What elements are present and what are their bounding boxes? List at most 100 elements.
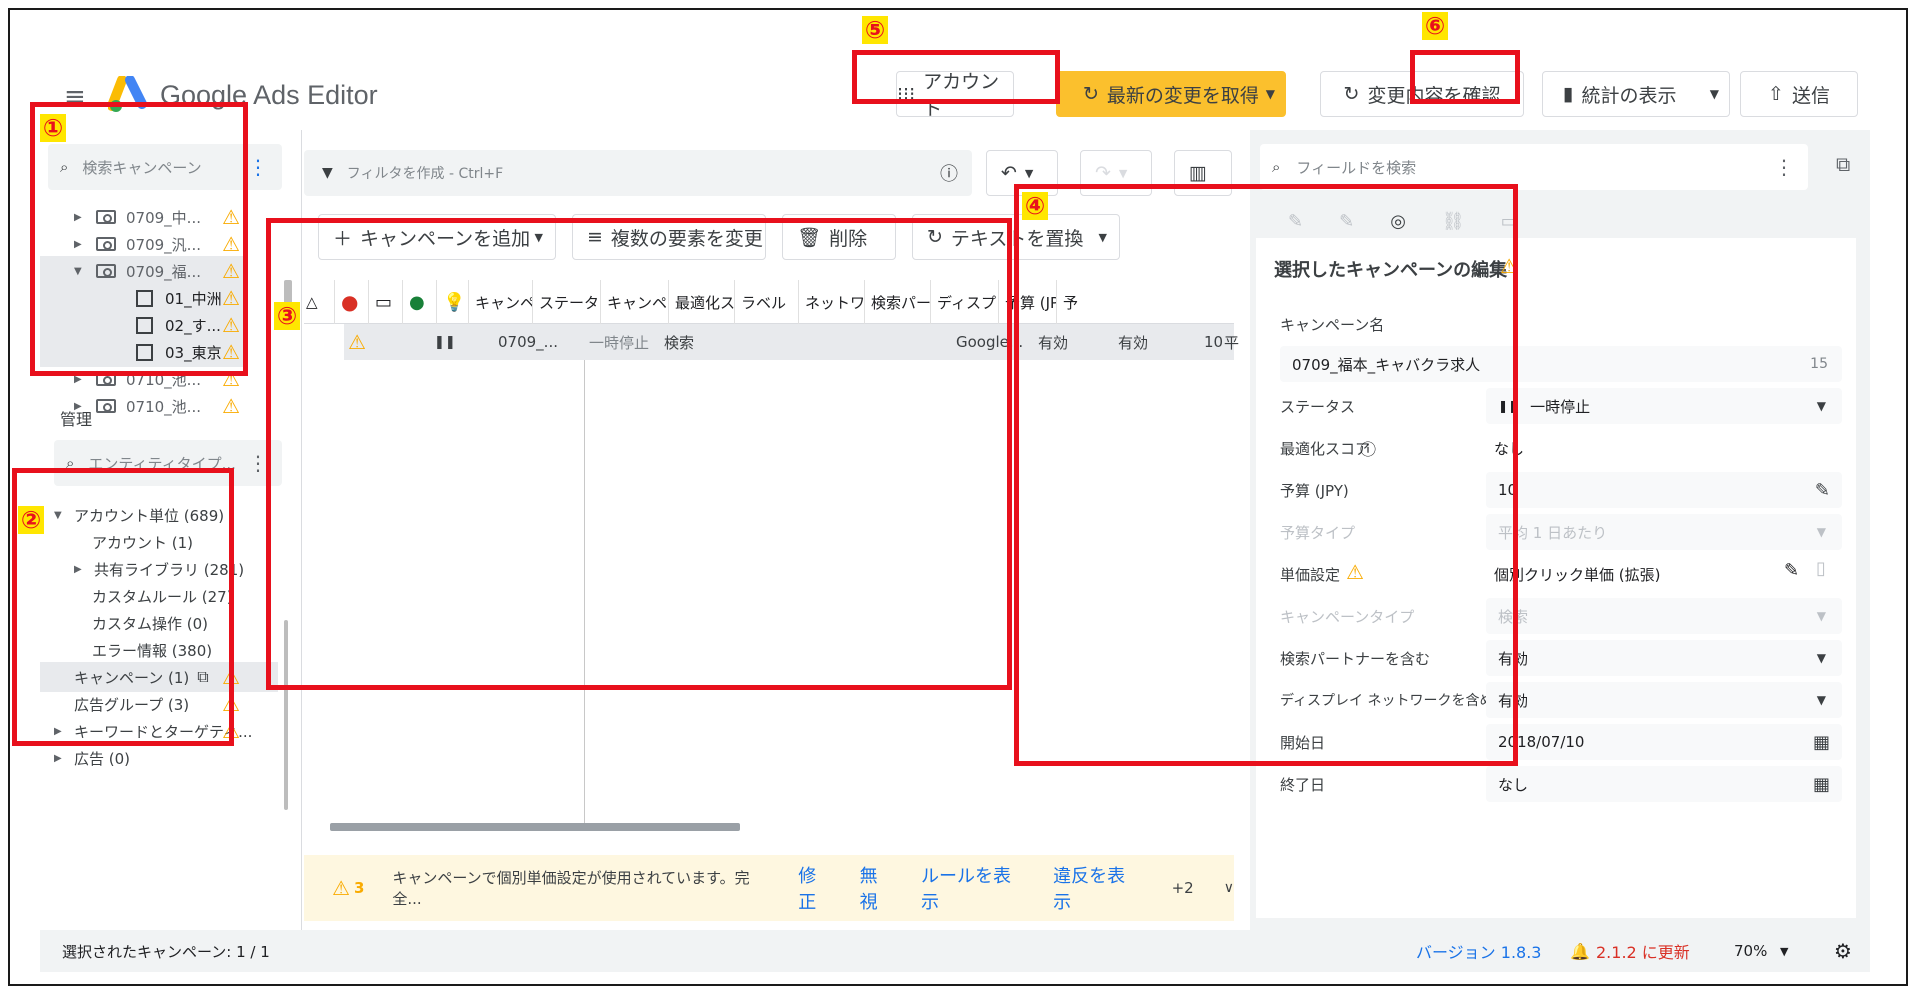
filter-box[interactable]: ▼ フィルタを作成 - Ctrl+F ⓘ <box>304 150 972 196</box>
column-header[interactable]: キャンペー... <box>468 280 532 324</box>
more-vert-icon[interactable]: ⋮ <box>248 451 268 475</box>
update-link[interactable]: 2.1.2 に更新 <box>1596 939 1690 963</box>
menu-icon[interactable]: ≡ <box>64 82 86 112</box>
account-button[interactable]: ⁝⁝⁝ アカウント <box>896 71 1014 120</box>
more-vert-icon[interactable]: ⋮ <box>248 155 268 179</box>
tree-adgroup-item[interactable]: 02_す... ⚠ <box>40 310 246 340</box>
column-header[interactable]: 最適化ス... <box>668 280 734 324</box>
table-row[interactable]: ⚠ ❚❚ 0709_... 一時停止 検索 Google... 有効 有効 10… <box>344 324 1239 360</box>
caret-right-icon[interactable]: ▶ <box>74 564 88 575</box>
manage-item[interactable]: ▼ アカウント単位 (689) <box>40 500 278 530</box>
clipboard-icon[interactable]: ▯ <box>1816 558 1826 579</box>
manage-item[interactable]: エラー情報 (380) <box>40 635 278 665</box>
end-date-field[interactable]: なし ▦ <box>1486 766 1842 802</box>
manage-item[interactable]: 広告グループ (3) ⚠ <box>40 689 278 719</box>
zoom-level[interactable]: 70% <box>1734 942 1767 960</box>
show-rule-link[interactable]: ルールを表示 <box>921 862 1027 914</box>
caret-right-icon[interactable]: ▶ <box>54 726 68 737</box>
open-in-new-icon[interactable]: ⧉ <box>1836 152 1850 176</box>
help-icon[interactable]: ⓘ <box>940 160 958 186</box>
pencil-icon[interactable]: ✎ <box>1784 560 1799 581</box>
calendar-icon[interactable]: ▦ <box>1813 732 1830 753</box>
tab-link-icon[interactable]: ⛓ <box>1442 211 1465 232</box>
chevron-down-icon[interactable]: ▼ <box>1710 87 1719 101</box>
warning-column-icon[interactable]: △ <box>304 280 324 324</box>
tree-campaign-item[interactable]: ▶ 0710_池... ⚠ <box>40 364 246 394</box>
column-header[interactable]: ステータス <box>532 280 600 324</box>
manage-item[interactable]: ▶ 共有ライブラリ (281) <box>40 554 278 584</box>
open-in-new-icon[interactable]: ⧉ <box>197 667 208 687</box>
tab-settings-icon[interactable]: ✎ <box>1339 211 1354 232</box>
sync-icon: ↻ <box>1083 83 1099 105</box>
pencil-icon[interactable]: ✎ <box>1815 480 1830 501</box>
error-icon[interactable]: ● <box>334 280 368 324</box>
caret-right-icon[interactable]: ▶ <box>54 753 68 764</box>
caret-right-icon[interactable]: ▶ <box>74 212 88 223</box>
column-header[interactable]: 予 <box>1056 280 1086 324</box>
manage-item[interactable]: キャンペーン (1) ⧉ ⚠ <box>40 662 278 692</box>
view-stats-button[interactable]: ▮ 統計の表示 ▼ <box>1542 71 1730 117</box>
manage-item[interactable]: ▶ キーワードとターゲティ... ⚠ <box>40 716 278 746</box>
caret-right-icon[interactable]: ▶ <box>74 239 88 250</box>
column-header[interactable]: 検索パー... <box>864 280 930 324</box>
settings-icon[interactable]: ⚙ <box>1834 939 1852 963</box>
manage-item[interactable]: アカウント (1) <box>40 527 278 557</box>
redo-button[interactable]: ↷ ▼ <box>1080 150 1152 196</box>
tree-adgroup-item[interactable]: 03_東京 ⚠ <box>40 337 246 367</box>
help-icon[interactable]: ⓘ <box>1360 436 1376 460</box>
chevron-down-icon[interactable]: ▼ <box>1099 231 1107 244</box>
caret-down-icon[interactable]: ▼ <box>74 266 88 277</box>
manage-scrollbar[interactable] <box>284 620 288 810</box>
status-select[interactable]: ❚❚ 一時停止 ▼ <box>1486 388 1842 424</box>
entity-search[interactable]: ⌕ エンティティタイプ... ⋮ <box>54 440 282 486</box>
budget-field[interactable]: 10 ✎ <box>1486 472 1842 508</box>
campaign-name-field[interactable]: 0709_福本_キャバクラ求人 15 <box>1280 346 1842 382</box>
caret-right-icon[interactable]: ▶ <box>74 374 88 385</box>
undo-button[interactable]: ↶ ▼ <box>986 150 1058 196</box>
chevron-down-icon[interactable]: ∨ <box>1224 880 1234 896</box>
fix-link[interactable]: 修正 <box>798 862 833 914</box>
campaign-search[interactable]: ⌕ 検索キャンペーン ⋮ <box>48 144 282 190</box>
get-latest-changes-button[interactable]: ↻ 最新の変更を取得 ▼ <box>1056 71 1286 117</box>
more-vert-icon[interactable]: ⋮ <box>1774 155 1794 179</box>
column-header[interactable]: キャンペー... <box>600 280 668 324</box>
column-header[interactable]: ディスプレ... <box>930 280 998 324</box>
tree-campaign-item[interactable]: ▶ 0709_中... ⚠ <box>40 202 246 232</box>
column-header[interactable]: ラベル <box>734 280 798 324</box>
display-network-select[interactable]: 有効 ▼ <box>1486 682 1842 718</box>
lightbulb-icon[interactable]: 💡 <box>436 280 468 324</box>
row-display: 有効 <box>1118 333 1149 352</box>
chevron-down-icon[interactable]: ▼ <box>1780 945 1788 958</box>
delete-button[interactable]: 🗑 削除 <box>782 214 896 260</box>
caret-down-icon[interactable]: ▼ <box>54 510 68 521</box>
tab-edit-icon[interactable]: ✎ <box>1288 211 1303 232</box>
column-header[interactable]: 予算 (JP... <box>998 280 1056 324</box>
add-campaign-button[interactable]: ＋ キャンペーンを追加 ▼ <box>318 214 556 260</box>
tree-campaign-item[interactable]: ▼ 0709_福... ⚠ <box>40 256 246 286</box>
start-date-field[interactable]: 2018/07/10 ▦ <box>1486 724 1842 760</box>
tree-adgroup-item[interactable]: 01_中洲 ⚠ <box>40 283 246 313</box>
tab-target-icon[interactable]: ◎ <box>1390 211 1406 232</box>
chevron-down-icon[interactable]: ▼ <box>1266 87 1275 101</box>
status-dot-icon[interactable]: ● <box>402 280 436 324</box>
tab-label-icon[interactable]: ▭ <box>1501 211 1518 232</box>
ignore-link[interactable]: 無視 <box>860 862 895 914</box>
more-warnings[interactable]: +2 <box>1172 879 1194 897</box>
comment-icon[interactable]: ▭ <box>368 280 402 324</box>
field-search[interactable]: ⌕ フィールドを検索 ⋮ <box>1260 144 1808 190</box>
columns-button[interactable]: ▥ <box>1174 150 1232 196</box>
manage-item[interactable]: ▶ 広告 (0) <box>40 743 278 773</box>
review-changes-button[interactable]: ↻ 変更内容を確認 <box>1320 71 1524 117</box>
manage-item[interactable]: カスタム操作 (0) <box>40 608 278 638</box>
column-header[interactable]: ネットワーク <box>798 280 864 324</box>
manage-item[interactable]: カスタムルール (27) <box>40 581 278 611</box>
search-partner-select[interactable]: 有効 ▼ <box>1486 640 1842 676</box>
calendar-icon[interactable]: ▦ <box>1813 774 1830 795</box>
grid-horizontal-scrollbar[interactable] <box>330 823 740 831</box>
multi-edit-button[interactable]: ≡ 複数の要素を変更 <box>572 214 766 260</box>
show-violation-link[interactable]: 違反を表示 <box>1053 862 1141 914</box>
replace-text-button[interactable]: ↻ テキストを置換 ▼ <box>912 214 1120 260</box>
send-button[interactable]: ⇧ 送信 <box>1740 71 1858 117</box>
chevron-down-icon[interactable]: ▼ <box>535 231 543 244</box>
tree-campaign-item[interactable]: ▶ 0709_汎... ⚠ <box>40 229 246 259</box>
